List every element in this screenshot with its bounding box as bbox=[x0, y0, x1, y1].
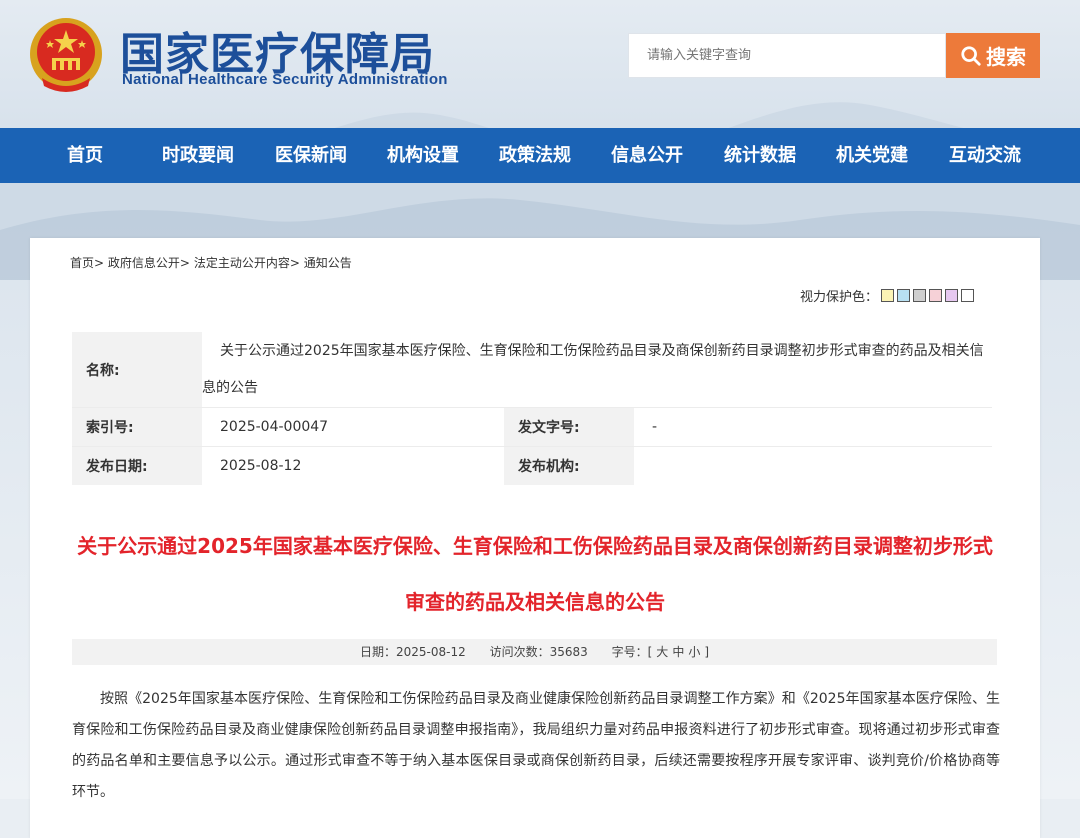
color-swatch-yellow[interactable] bbox=[881, 289, 895, 302]
nav-item-policies[interactable]: 政策法规 bbox=[499, 128, 571, 183]
article-info-bar: 日期：2025-08-12 访问次数：35683 字号：[大中小] bbox=[72, 639, 997, 665]
color-swatch-pink[interactable] bbox=[929, 289, 943, 302]
color-swatch-blue[interactable] bbox=[897, 289, 911, 302]
breadcrumb-notices[interactable]: 通知公告 bbox=[304, 256, 352, 270]
nav-item-interaction[interactable]: 互动交流 bbox=[949, 128, 1021, 183]
meta-name-value: 关于公示通过2025年国家基本医疗保险、生育保险和工伤保险药品目录及商保创新药目… bbox=[202, 332, 992, 408]
site-header: 国家医疗保障局 National Healthcare Security Adm… bbox=[0, 0, 1080, 128]
nav-item-party[interactable]: 机关党建 bbox=[836, 128, 908, 183]
article-date-label: 日期： bbox=[359, 645, 396, 659]
breadcrumb-disclosure[interactable]: 法定主动公开内容 bbox=[194, 256, 290, 270]
article-date: 日期：2025-08-12 bbox=[360, 645, 466, 659]
document-meta-table: 名称: 关于公示通过2025年国家基本医疗保险、生育保险和工伤保险药品目录及商保… bbox=[72, 332, 992, 485]
national-emblem-icon bbox=[30, 18, 102, 92]
meta-date-label: 发布日期: bbox=[72, 446, 202, 485]
breadcrumb-gov-info[interactable]: 政府信息公开 bbox=[108, 256, 180, 270]
breadcrumb-separator: > bbox=[179, 256, 190, 270]
breadcrumb-home[interactable]: 首页 bbox=[70, 256, 94, 270]
content-card: 首页> 政府信息公开> 法定主动公开内容> 通知公告 视力保护色： 名称: 关于… bbox=[30, 238, 1040, 838]
article-visits: 访问次数：35683 bbox=[490, 645, 588, 659]
eye-care-color-picker: 视力保护色： bbox=[800, 286, 975, 305]
font-size-open-bracket: [ bbox=[647, 645, 653, 659]
meta-org-label: 发布机构: bbox=[504, 446, 634, 485]
font-size-close-bracket: ] bbox=[704, 645, 710, 659]
nav-item-healthcare-news[interactable]: 医保新闻 bbox=[275, 128, 347, 183]
color-swatch-gray[interactable] bbox=[913, 289, 927, 302]
article-visits-label: 访问次数： bbox=[489, 645, 550, 659]
breadcrumb-separator: > bbox=[94, 256, 105, 270]
breadcrumb-separator: > bbox=[289, 256, 300, 270]
nav-item-statistics[interactable]: 统计数据 bbox=[724, 128, 796, 183]
nav-item-news[interactable]: 时政要闻 bbox=[162, 128, 234, 183]
search-button-label: 搜索 bbox=[986, 45, 1026, 69]
nav-item-disclosure[interactable]: 信息公开 bbox=[611, 128, 683, 183]
meta-docno-value: - bbox=[634, 407, 992, 447]
nav-item-home[interactable]: 首页 bbox=[67, 128, 103, 183]
font-size-control: 字号：[大中小] bbox=[612, 645, 709, 659]
meta-docno-label: 发文字号: bbox=[504, 407, 634, 447]
article-date-value: 2025-08-12 bbox=[395, 645, 466, 659]
meta-date-value: 2025-08-12 bbox=[202, 446, 504, 485]
site-title-en: National Healthcare Security Administrat… bbox=[122, 71, 448, 88]
main-nav: 首页 时政要闻 医保新闻 机构设置 政策法规 信息公开 统计数据 机关党建 互动… bbox=[0, 128, 1080, 183]
meta-name-label: 名称: bbox=[72, 332, 202, 408]
color-swatch-white[interactable] bbox=[961, 289, 975, 302]
article-body: 按照《2025年国家基本医疗保险、生育保险和工伤保险药品目录及商业健康保险创新药… bbox=[72, 691, 1000, 800]
article-title: 关于公示通过2025年国家基本医疗保险、生育保险和工伤保险药品目录及商保创新药目… bbox=[77, 534, 993, 614]
meta-name-text: 关于公示通过2025年国家基本医疗保险、生育保险和工伤保险药品目录及商保创新药目… bbox=[202, 342, 984, 396]
font-size-label: 字号： bbox=[611, 645, 648, 659]
meta-index-label: 索引号: bbox=[72, 407, 202, 447]
article-visits-value: 35683 bbox=[549, 645, 588, 659]
meta-index-value: 2025-04-00047 bbox=[202, 407, 504, 447]
search-input[interactable] bbox=[628, 33, 946, 78]
font-size-large-link[interactable]: 大 bbox=[656, 645, 668, 659]
search-icon bbox=[961, 45, 981, 66]
meta-org-value bbox=[634, 446, 992, 485]
breadcrumb: 首页> 政府信息公开> 法定主动公开内容> 通知公告 bbox=[70, 254, 352, 271]
nav-item-organization[interactable]: 机构设置 bbox=[387, 128, 459, 183]
font-size-medium-link[interactable]: 中 bbox=[672, 645, 684, 659]
eye-care-label: 视力保护色： bbox=[800, 290, 879, 305]
search-button[interactable]: 搜索 bbox=[946, 33, 1040, 78]
font-size-small-link[interactable]: 小 bbox=[688, 645, 700, 659]
color-swatch-purple[interactable] bbox=[945, 289, 959, 302]
